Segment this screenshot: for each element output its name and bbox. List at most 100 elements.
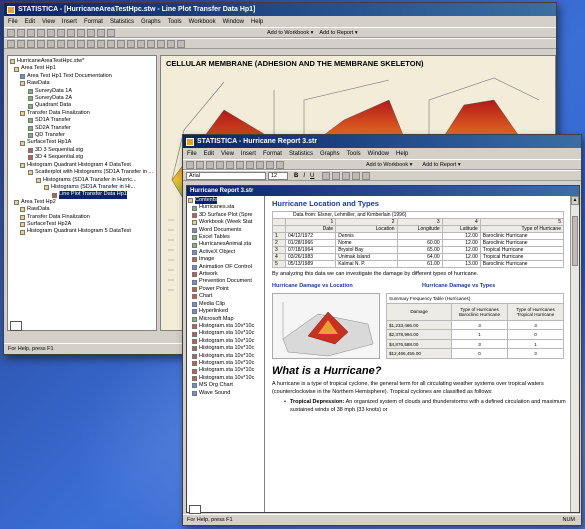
graph-icon[interactable] (107, 39, 115, 48)
tree-item[interactable]: Histogram.sta 10v*10c (188, 353, 263, 360)
tree-node[interactable]: Area Test Hp1 (10, 65, 154, 72)
tree-node[interactable]: 3D 3 Sequential.stg (10, 147, 154, 154)
front-window-titlebar[interactable]: STATISTICA - Hurricane Report 3.str (183, 135, 581, 148)
scroll-up-icon[interactable]: ▲ (571, 196, 579, 205)
redo-icon[interactable] (87, 28, 95, 37)
tree-node[interactable]: Quadrant Data (10, 102, 154, 109)
menu-help[interactable]: Help (396, 151, 408, 157)
tree-item[interactable]: Artwork (188, 271, 263, 278)
graph-icon[interactable] (127, 39, 135, 48)
tree-node[interactable]: 3D 4 Sequential.stg (10, 154, 154, 161)
tree-node[interactable]: SurveyData 2A (10, 95, 154, 102)
new-icon[interactable] (7, 28, 15, 37)
find-icon[interactable] (276, 160, 284, 169)
print-icon[interactable] (216, 160, 224, 169)
menu-file[interactable]: File (8, 19, 18, 25)
graph-icon[interactable] (157, 39, 165, 48)
tree-item[interactable]: Hyperlinked (188, 308, 263, 315)
new-icon[interactable] (186, 160, 194, 169)
undo-icon[interactable] (77, 28, 85, 37)
tree-item[interactable]: Wave Sound (188, 390, 263, 397)
scroll-thumb[interactable] (572, 216, 578, 266)
font-name-select[interactable]: Arial (186, 171, 266, 180)
menu-edit[interactable]: Edit (25, 19, 35, 25)
menu-view[interactable]: View (221, 151, 234, 157)
tree-node[interactable]: Histogram Quadrant Histogram 5 DataTest (10, 228, 154, 235)
tree-item[interactable]: Animation OF Control (188, 264, 263, 271)
back-sizer-icon[interactable] (10, 321, 22, 331)
graph-icon[interactable] (167, 39, 175, 48)
graph-icon[interactable] (27, 39, 35, 48)
menu-file[interactable]: File (187, 151, 197, 157)
tree-item[interactable]: Microsoft Map (188, 316, 263, 323)
tree-item[interactable]: Histogram.sta 10v*10c (188, 338, 263, 345)
back-window-titlebar[interactable]: STATISTICA - [HurricaneAreaTestHpc.stw -… (4, 3, 556, 16)
save-icon[interactable] (206, 160, 214, 169)
menu-statistics[interactable]: Statistics (289, 151, 313, 157)
tree-item[interactable]: Power Point (188, 286, 263, 293)
undo-icon[interactable] (256, 160, 264, 169)
report-titlebar[interactable]: Hurricane Report 3.str (187, 186, 579, 196)
tree-item[interactable]: Image (188, 256, 263, 263)
tree-item[interactable]: Histogram.sta 10v*10c (188, 323, 263, 330)
menu-format[interactable]: Format (263, 151, 282, 157)
cut-icon[interactable] (47, 28, 55, 37)
tree-item[interactable]: HurricanesAnimal.sta (188, 241, 263, 248)
tree-item[interactable]: Prevention Document (188, 278, 263, 285)
tree-item[interactable]: Histogram.sta 10v*10c (188, 345, 263, 352)
save-icon[interactable] (27, 28, 35, 37)
tree-root[interactable]: HurricaneAreaTestHpc.stw* (10, 58, 154, 65)
tree-node[interactable]: QD Transfer (10, 132, 154, 139)
vertical-scrollbar[interactable]: ▲ (570, 196, 579, 512)
zoom-icon[interactable] (107, 28, 115, 37)
paste-icon[interactable] (246, 160, 254, 169)
tree-root[interactable]: Contents (188, 197, 263, 205)
graph-icon[interactable] (137, 39, 145, 48)
menu-tools[interactable]: Tools (168, 19, 182, 25)
redo-icon[interactable] (266, 160, 274, 169)
graph-icon[interactable] (177, 39, 185, 48)
tree-node[interactable]: Area Test Hp1 Text Documentation (10, 73, 154, 80)
open-icon[interactable] (17, 28, 25, 37)
font-size-select[interactable]: 12 (268, 171, 288, 180)
add-to-workbook-dropdown[interactable]: Add to Workbook ▾ (366, 162, 412, 168)
graph-icon[interactable] (97, 39, 105, 48)
tree-node[interactable]: Histogram Quadrant Histogram 4 DataTest (10, 162, 154, 169)
graph-icon[interactable] (87, 39, 95, 48)
menu-edit[interactable]: Edit (204, 151, 214, 157)
tree-item[interactable]: MS Org Chart (188, 382, 263, 389)
font-color-icon[interactable] (362, 171, 371, 180)
cut-icon[interactable] (226, 160, 234, 169)
tree-node[interactable]: Transfer Data Finalization (10, 110, 154, 117)
menu-insert[interactable]: Insert (241, 151, 256, 157)
graph-icon[interactable] (77, 39, 85, 48)
tree-item[interactable]: Histogram.sta 10v*10c (188, 360, 263, 367)
tree-item[interactable]: Media Clip (188, 301, 263, 308)
tree-node[interactable]: SurveyData 1A (10, 88, 154, 95)
underline-button[interactable]: U (310, 173, 314, 179)
menu-help[interactable]: Help (251, 19, 263, 25)
tree-item[interactable]: Histogram.sta 10v*10c (188, 330, 263, 337)
menu-tools[interactable]: Tools (347, 151, 361, 157)
menu-view[interactable]: View (42, 19, 55, 25)
tree-item[interactable]: 3D Surface Plot (Spre (188, 212, 263, 219)
tree-item[interactable]: Histogram.sta 10v*10c (188, 375, 263, 382)
menu-format[interactable]: Format (84, 19, 103, 25)
tree-node-selected[interactable]: Line Plot Transfer Data Hp1 (10, 191, 154, 199)
menu-graphs[interactable]: Graphs (141, 19, 161, 25)
tree-node[interactable]: Transfer Data Finalization (10, 214, 154, 221)
tree-item[interactable]: Histogram.sta 10v*10c (188, 367, 263, 374)
copy-icon[interactable] (57, 28, 65, 37)
tree-item[interactable]: Workbook (Week Stat (188, 219, 263, 226)
front-sizer-icon[interactable] (189, 505, 201, 514)
tree-node[interactable]: SD2A Transfer (10, 125, 154, 132)
bullets-icon[interactable] (352, 171, 361, 180)
graph-icon[interactable] (47, 39, 55, 48)
open-icon[interactable] (196, 160, 204, 169)
graph-icon[interactable] (7, 39, 15, 48)
tree-node[interactable]: SD1A Transfer (10, 117, 154, 124)
graph-icon[interactable] (147, 39, 155, 48)
print-icon[interactable] (37, 28, 45, 37)
tree-node[interactable]: SurfaceTest Hp1A (10, 139, 154, 146)
tree-item[interactable]: Excel Tables (188, 234, 263, 241)
